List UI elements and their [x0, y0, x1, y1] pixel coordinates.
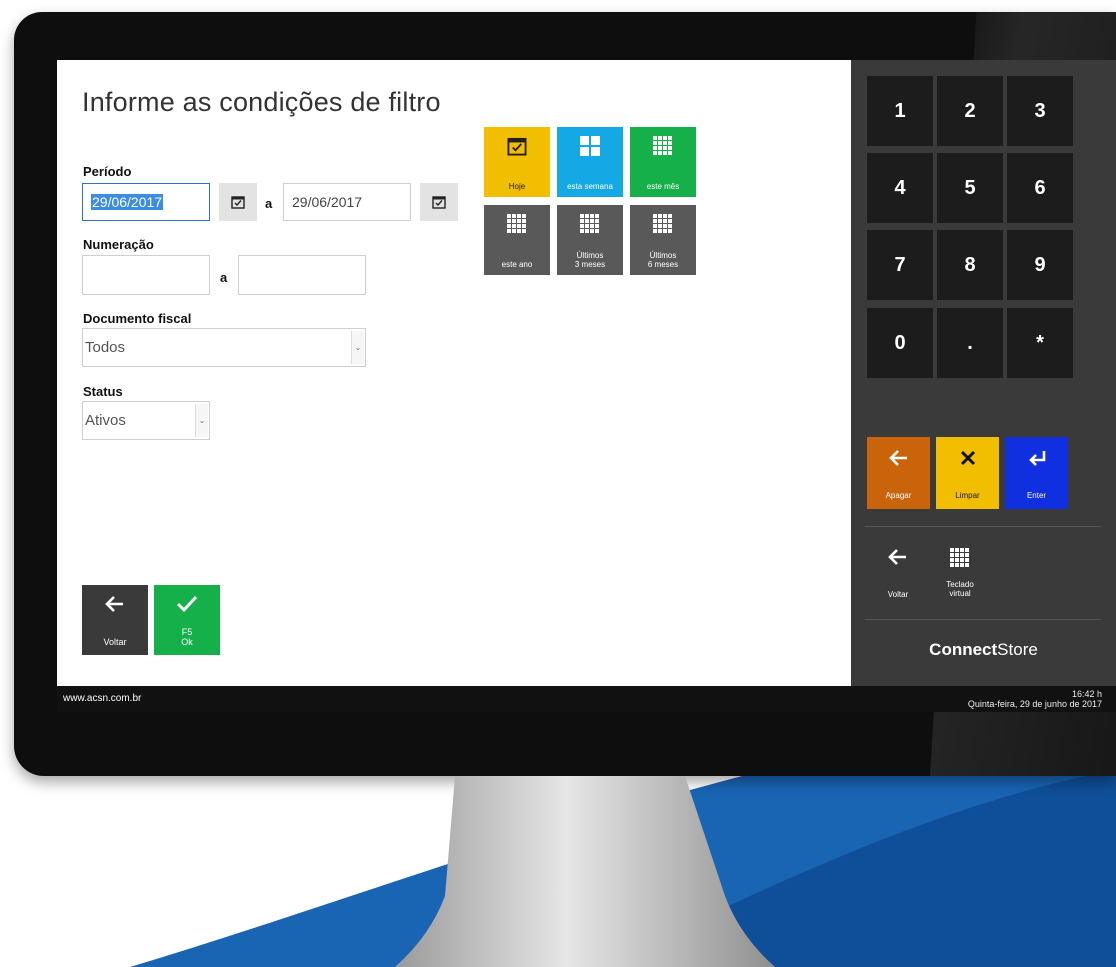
key-3[interactable]: 3	[1007, 76, 1073, 146]
app-screen: Informe as condições de filtro Período 2…	[57, 60, 1116, 712]
chevron-down-icon: ⌄	[195, 404, 208, 437]
apagar-button[interactable]: Apagar	[867, 437, 930, 509]
quick-date-este-ano-label: este ano	[501, 260, 533, 269]
key-2[interactable]: 2	[937, 76, 1003, 146]
ok-button[interactable]: F5 Ok	[154, 585, 220, 655]
ok-shortcut: F5	[181, 627, 193, 637]
enter-button[interactable]: Enter	[1005, 437, 1068, 509]
grid-4x4-icon	[580, 214, 599, 233]
page-title: Informe as condições de filtro	[82, 87, 441, 117]
limpar-button[interactable]: Limpar	[936, 437, 999, 509]
clock-date: Quinta-feira, 29 de junho de 2017	[967, 699, 1102, 709]
quick-date-ultimos-3-meses[interactable]: Últimos 3 meses	[557, 205, 623, 275]
status-select[interactable]: Ativos ⌄	[82, 401, 210, 440]
enter-return-icon	[1028, 451, 1045, 466]
teclado-line1: Teclado	[946, 580, 974, 589]
key-6[interactable]: 6	[1007, 153, 1073, 223]
arrow-left-icon	[888, 549, 906, 565]
quick-date-ultimos-6-meses[interactable]: Últimos 6 meses	[630, 205, 696, 275]
quick-date-esta-semana[interactable]: esta semana	[557, 127, 623, 197]
connectstore-logo: ConnectStore	[851, 640, 1116, 660]
website-url: www.acsn.com.br	[63, 693, 142, 704]
numeracao-to-input[interactable]	[238, 255, 366, 295]
quick-date-ultimos-6-line1: Últimos	[649, 251, 677, 260]
periodo-from-value: 29/06/2017	[91, 194, 164, 210]
periodo-from-input[interactable]: 29/06/2017	[82, 183, 210, 221]
key-5[interactable]: 5	[937, 153, 1003, 223]
voltar-label: Voltar	[103, 637, 127, 647]
clock-time: 16:42 h	[1071, 689, 1102, 699]
grid-4x4-icon	[507, 214, 526, 233]
calendar-check-icon	[432, 196, 446, 209]
status-label: Status	[83, 384, 123, 399]
key-7[interactable]: 7	[867, 230, 933, 300]
voltar-button[interactable]: Voltar	[82, 585, 148, 655]
grid-4x4-icon	[653, 136, 672, 155]
enter-label: Enter	[1026, 491, 1047, 500]
panel-voltar-button[interactable]: Voltar	[865, 538, 931, 608]
periodo-to-input[interactable]: 29/06/2017	[283, 183, 411, 221]
key-asterisk[interactable]: *	[1007, 308, 1073, 378]
quick-date-este-mes[interactable]: este mês	[630, 127, 696, 197]
clock: 16:42 h Quinta-feira, 29 de junho de 201…	[968, 689, 1102, 709]
quick-date-ultimos-3-line2: 3 meses	[574, 260, 606, 269]
status-bar: www.acsn.com.br 16:42 h Quinta-feira, 29…	[57, 686, 1116, 712]
panel-voltar-label: Voltar	[887, 590, 909, 599]
status-value: Ativos	[85, 412, 126, 429]
documento-fiscal-select[interactable]: Todos ⌄	[82, 328, 366, 367]
key-4[interactable]: 4	[867, 153, 933, 223]
quick-date-hoje[interactable]: Hoje	[484, 127, 550, 197]
quick-date-esta-semana-label: esta semana	[567, 182, 613, 191]
periodo-to-value: 29/06/2017	[292, 194, 363, 210]
x-icon	[960, 450, 975, 466]
ok-label: Ok	[181, 637, 193, 647]
brand-light: Store	[997, 640, 1038, 659]
numeracao-label: Numeração	[83, 237, 154, 252]
grid-2x2-icon	[580, 136, 600, 156]
quick-date-ultimos-3-line1: Últimos	[576, 251, 604, 260]
calendar-check-icon	[507, 137, 527, 156]
periodo-to-calendar-button[interactable]	[420, 183, 458, 221]
numeracao-separator: a	[220, 270, 228, 285]
teclado-virtual-button[interactable]: Teclado virtual	[927, 538, 993, 608]
arrow-left-icon	[888, 450, 907, 466]
chevron-down-icon: ⌄	[351, 331, 364, 364]
grid-4x4-icon	[653, 214, 672, 233]
checkmark-icon	[176, 595, 198, 613]
periodo-separator: a	[265, 196, 273, 211]
key-8[interactable]: 8	[937, 230, 1003, 300]
teclado-line2: virtual	[949, 589, 971, 598]
periodo-from-calendar-button[interactable]	[219, 183, 257, 221]
documento-fiscal-value: Todos	[85, 339, 126, 356]
numeracao-from-input[interactable]	[82, 255, 210, 295]
keypad-divider	[865, 619, 1101, 620]
periodo-label: Período	[83, 164, 132, 179]
limpar-label: Limpar	[955, 491, 980, 500]
key-0[interactable]: 0	[867, 308, 933, 378]
keypad-divider	[865, 526, 1101, 527]
quick-date-hoje-label: Hoje	[508, 182, 526, 191]
quick-date-ultimos-6-line2: 6 meses	[647, 260, 679, 269]
key-1[interactable]: 1	[867, 76, 933, 146]
quick-date-este-ano[interactable]: este ano	[484, 205, 550, 275]
calendar-check-icon	[231, 196, 245, 209]
brand-bold: Connect	[929, 640, 998, 659]
key-dot[interactable]: .	[937, 308, 1003, 378]
documento-fiscal-label: Documento fiscal	[83, 311, 192, 326]
apagar-label: Apagar	[885, 491, 912, 500]
monitor-stand	[395, 776, 775, 967]
key-9[interactable]: 9	[1007, 230, 1073, 300]
quick-date-este-mes-label: este mês	[646, 182, 680, 191]
grid-4x4-icon	[950, 548, 969, 567]
arrow-left-icon	[105, 596, 123, 612]
numeric-keypad-panel: 1 2 3 4 5 6 7 8 9 0 . * Apagar Limpar En…	[851, 60, 1116, 686]
